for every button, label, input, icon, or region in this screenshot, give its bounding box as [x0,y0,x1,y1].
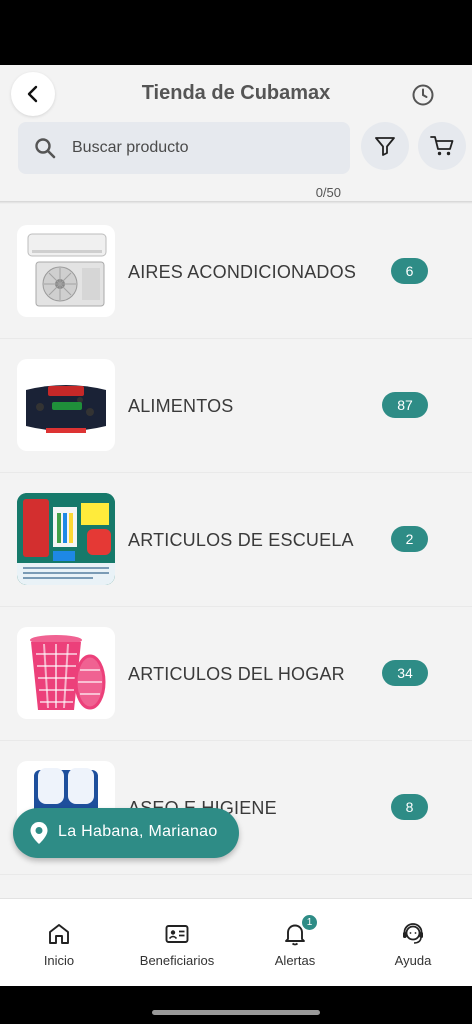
system-navigation-bar [0,986,472,1024]
tab-label: Inicio [43,953,75,968]
category-label: ARTICULOS DE ESCUELA [128,530,354,550]
selection-counter: 0/50 [315,185,341,200]
status-bar [0,0,472,65]
pink-laundry-basket-image [17,627,115,719]
list-item[interactable]: AIRES ACONDICIONADOS 6 [0,205,472,339]
school-supplies-image [17,493,115,585]
tab-label: Beneficiarios [139,953,215,968]
cart-button[interactable] [418,122,466,170]
cart-icon [430,136,454,156]
tab-label: Alertas [274,953,316,968]
list-item[interactable]: ALIMENTOS 87 [0,339,472,473]
category-label: ALIMENTOS [128,396,234,416]
search-input[interactable] [70,122,340,174]
location-pin-icon [30,822,48,844]
header: Tienda de Cubamax 0/50 [0,65,472,204]
tab-inicio[interactable]: Inicio [0,899,118,986]
search-box[interactable] [18,122,350,174]
tab-label: Ayuda [394,953,432,968]
category-label: AIRES ACONDICIONADOS [128,262,357,282]
header-divider [0,201,472,204]
id-card-icon [165,925,189,943]
air-conditioner-image [17,225,115,317]
count-badge: 34 [382,660,428,686]
history-button[interactable] [409,81,437,109]
filter-button[interactable] [361,122,409,170]
list-item[interactable]: ARTICULOS DE ESCUELA 2 [0,473,472,607]
page-title: Tienda de Cubamax [141,82,331,104]
count-badge: 2 [391,526,428,552]
app-screen: Tienda de Cubamax 0/50 [0,65,472,986]
count-badge: 87 [382,392,428,418]
location-label: La Habana, Marianao [58,823,218,840]
tab-ayuda[interactable]: Ayuda [354,899,472,986]
clock-icon [412,84,434,106]
list-item[interactable]: ARTICULOS DEL HOGAR 34 [0,607,472,741]
black-beans-package-image [17,359,115,451]
search-icon [35,138,56,159]
category-label: ARTICULOS DEL HOGAR [128,664,345,684]
bottom-tab-bar: Inicio Beneficiarios 1 Alertas Ayuda [0,898,472,986]
bell-icon-wrapper: 1 [282,915,317,947]
location-button[interactable]: La Habana, Marianao [13,808,239,858]
category-list: AIRES ACONDICIONADOS 6 ALIMENTOS 87 ARTI… [0,205,472,986]
headset-icon [403,923,423,944]
tab-alertas[interactable]: 1 Alertas [236,899,354,986]
count-badge: 8 [391,794,428,820]
count-badge: 6 [391,258,428,284]
home-indicator[interactable] [152,1010,320,1015]
filter-icon [375,137,395,156]
notification-badge: 1 [302,915,317,930]
home-icon [49,924,69,944]
tab-beneficiarios[interactable]: Beneficiarios [118,899,236,986]
